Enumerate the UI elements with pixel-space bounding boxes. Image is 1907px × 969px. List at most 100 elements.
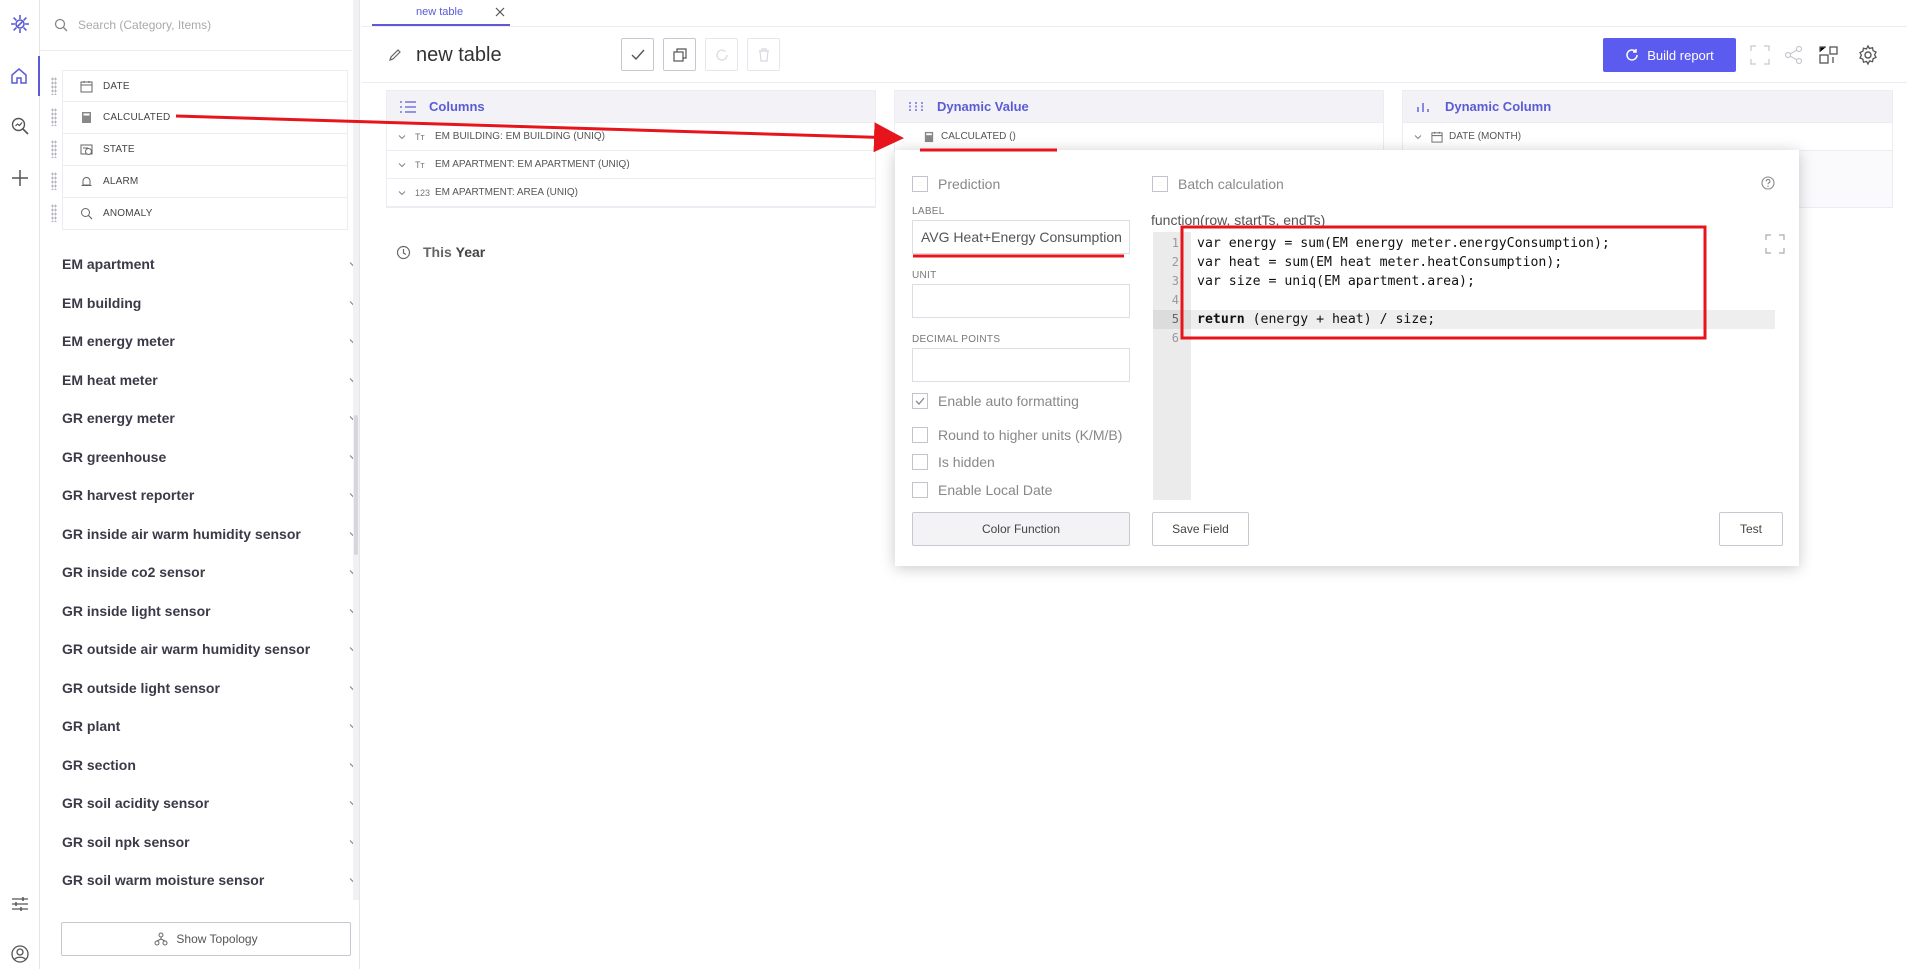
code-editor[interactable]: 1 2 3 4 5 6 var energy = sum(EM energy m…	[1153, 232, 1781, 500]
calculated-field-popup: Prediction Batch calculation LABEL UNIT …	[895, 150, 1799, 566]
category-item[interactable]: GR soil acidity sensor	[62, 784, 362, 823]
share-icon[interactable]	[1781, 42, 1807, 68]
refresh-button[interactable]	[705, 38, 738, 71]
type-item-date[interactable]: DATE	[51, 70, 348, 102]
delete-button[interactable]	[747, 38, 780, 71]
category-item[interactable]: GR section	[62, 746, 362, 785]
category-item[interactable]: GR soil npk sensor	[62, 823, 362, 862]
category-item[interactable]: GR soil warm moisture sensor	[62, 861, 362, 900]
category-item[interactable]: GR greenhouse	[62, 438, 362, 477]
dynamic-value-row[interactable]: CALCULATED ()	[895, 123, 1383, 151]
columns-panel-title: Columns	[429, 99, 485, 114]
dynamic-column-row[interactable]: DATE (MONTH)	[1403, 123, 1892, 151]
line-number: 1	[1171, 236, 1179, 250]
round-units-label: Round to higher units (K/M/B)	[938, 427, 1123, 443]
color-function-button[interactable]: Color Function	[912, 512, 1130, 546]
type-list: DATE CALCULATED STATE ALARM ANOMALY	[51, 70, 348, 230]
batch-checkbox[interactable]	[1152, 176, 1168, 192]
category-item[interactable]: GR harvest reporter	[62, 476, 362, 515]
category-label: EM building	[62, 294, 142, 311]
calculator-icon	[924, 131, 934, 142]
prediction-label: Prediction	[938, 176, 1001, 192]
check-button[interactable]	[621, 38, 654, 71]
page-title[interactable]: new table	[416, 44, 502, 67]
add-icon-graphic	[12, 170, 28, 186]
pencil-icon[interactable]	[388, 48, 402, 62]
is-hidden-checkbox[interactable]	[912, 454, 928, 470]
user-icon-graphic	[11, 945, 29, 963]
category-item[interactable]: GR inside co2 sensor	[62, 553, 362, 592]
type-item-calculated[interactable]: CALCULATED	[51, 102, 348, 134]
local-date-checkbox[interactable]	[912, 482, 928, 498]
code-line-active: return (energy + heat) / size;	[1191, 310, 1775, 329]
drag-handle-icon[interactable]	[51, 77, 57, 95]
category-item[interactable]: EM energy meter	[62, 322, 362, 361]
drag-handle-icon[interactable]	[51, 108, 57, 126]
category-item[interactable]: EM building	[62, 284, 362, 323]
tab-new-table[interactable]: new table	[372, 0, 510, 26]
sidebar-scrollbar[interactable]	[354, 415, 358, 555]
local-date-row[interactable]: Enable Local Date	[912, 482, 1052, 498]
chevron-down-icon[interactable]	[397, 132, 407, 142]
batch-checkbox-row[interactable]: Batch calculation	[1152, 176, 1284, 192]
show-topology-button[interactable]: Show Topology	[61, 922, 351, 956]
explore-icon[interactable]	[0, 106, 40, 146]
column-row[interactable]: Tт EM APARTMENT: EM APARTMENT (UNIQ)	[387, 151, 875, 179]
round-units-checkbox[interactable]	[912, 427, 928, 443]
category-item[interactable]: GR inside air warm humidity sensor	[62, 515, 362, 554]
logo-icon-graphic	[11, 15, 29, 33]
fullscreen-icon[interactable]	[1747, 42, 1773, 68]
type-item-label: CALCULATED	[103, 112, 171, 123]
drag-handle-icon[interactable]	[51, 204, 57, 222]
columns-panel-header: Columns	[387, 91, 875, 123]
add-icon[interactable]	[0, 158, 40, 198]
category-item[interactable]: EM heat meter	[62, 361, 362, 400]
label-input[interactable]	[912, 220, 1130, 254]
test-button[interactable]: Test	[1719, 512, 1783, 546]
user-icon[interactable]	[0, 934, 40, 969]
logo-icon[interactable]	[0, 4, 40, 44]
drag-handle-icon[interactable]	[51, 172, 57, 190]
prediction-checkbox[interactable]	[912, 176, 928, 192]
gear-icon[interactable]	[1855, 42, 1881, 68]
widgets-icon[interactable]	[1815, 42, 1841, 68]
chevron-down-icon[interactable]	[397, 188, 407, 198]
category-item[interactable]: GR plant	[62, 707, 362, 746]
category-label: GR inside co2 sensor	[62, 564, 206, 581]
expand-icon[interactable]	[1765, 234, 1785, 254]
category-item[interactable]: EM apartment	[62, 245, 362, 284]
home-icon-graphic	[11, 68, 27, 84]
column-row[interactable]: Tт EM BUILDING: EM BUILDING (UNIQ)	[387, 123, 875, 151]
type-item-state[interactable]: STATE	[51, 134, 348, 166]
sliders-icon[interactable]	[0, 884, 40, 924]
category-label: GR greenhouse	[62, 448, 167, 465]
decimal-points-input[interactable]	[912, 348, 1130, 382]
duplicate-button[interactable]	[663, 38, 696, 71]
unit-input[interactable]	[912, 284, 1130, 318]
build-report-button[interactable]: Build report	[1603, 38, 1736, 72]
auto-formatting-checkbox[interactable]	[912, 393, 928, 409]
prediction-checkbox-row[interactable]: Prediction	[912, 176, 1000, 192]
period-filter[interactable]: This Year	[396, 244, 485, 260]
column-row[interactable]: 123 EM APARTMENT: AREA (UNIQ)	[387, 179, 875, 207]
category-item[interactable]: GR outside air warm humidity sensor	[62, 630, 362, 669]
round-units-row[interactable]: Round to higher units (K/M/B)	[912, 427, 1122, 443]
drag-handle-icon[interactable]	[51, 140, 57, 158]
category-item[interactable]: GR energy meter	[62, 399, 362, 438]
icon-rail	[0, 0, 40, 969]
type-item-label: STATE	[103, 144, 135, 155]
category-item[interactable]: GR outside light sensor	[62, 669, 362, 708]
help-icon[interactable]	[1761, 176, 1775, 190]
save-field-button[interactable]: Save Field	[1152, 512, 1249, 546]
home-icon[interactable]	[0, 56, 40, 96]
close-icon[interactable]	[494, 6, 506, 18]
is-hidden-row[interactable]: Is hidden	[912, 454, 995, 470]
category-item[interactable]: GR inside light sensor	[62, 592, 362, 631]
type-item-alarm[interactable]: ALARM	[51, 166, 348, 198]
search-input[interactable]	[78, 18, 318, 32]
chevron-down-icon[interactable]	[1413, 132, 1423, 142]
auto-formatting-row[interactable]: Enable auto formatting	[912, 393, 1079, 409]
type-item-anomaly[interactable]: ANOMALY	[51, 198, 348, 230]
chevron-down-icon[interactable]	[397, 160, 407, 170]
category-list: EM apartment EM building EM energy meter EM…	[62, 245, 362, 900]
